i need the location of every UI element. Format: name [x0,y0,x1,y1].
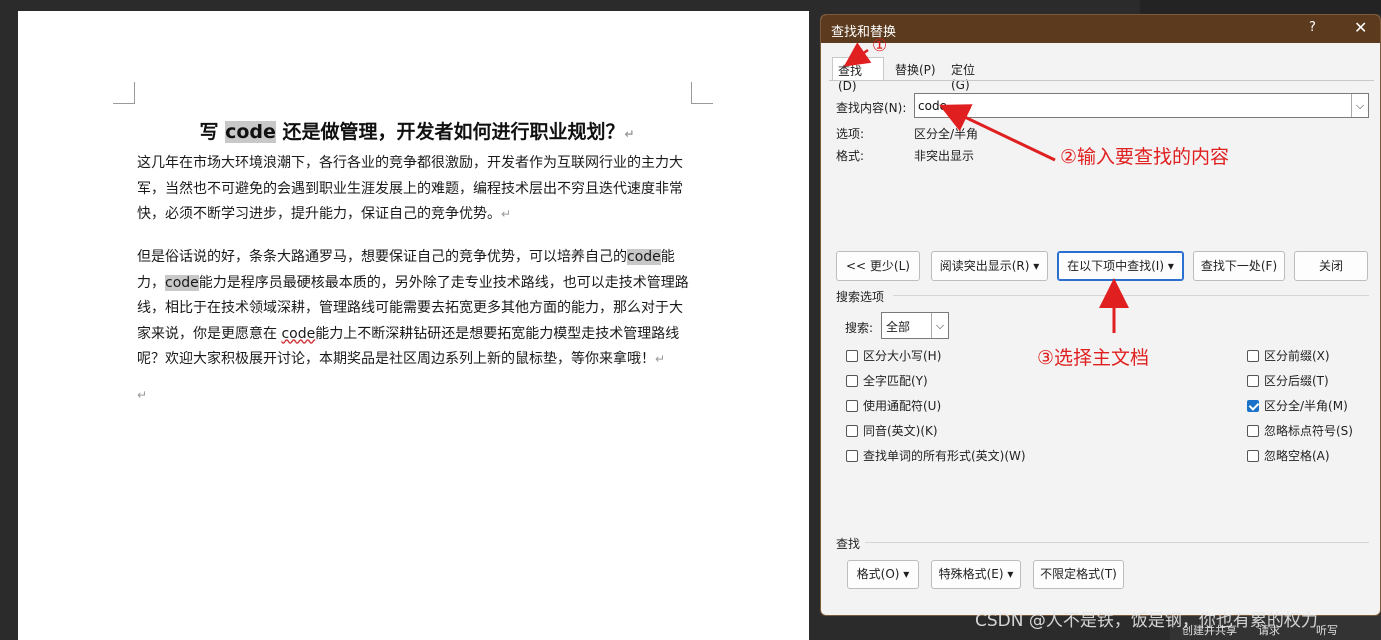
arrow-1 [843,42,872,67]
annotation-1: ① [872,36,888,56]
annotation-arrows [843,42,1129,333]
arrow-2 [939,104,1056,162]
annotation-2: ②输入要查找的内容 [1060,146,1230,168]
annotation-3: ③选择主文档 [1037,347,1150,369]
watermark: CSDN @人不是铁，饭是钢，你也有累的权力 [975,611,1318,631]
